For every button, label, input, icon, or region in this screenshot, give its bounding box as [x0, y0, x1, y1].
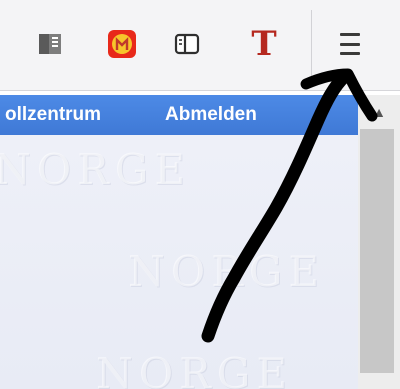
hamburger-menu-icon	[340, 33, 360, 55]
app-extension-button[interactable]	[102, 22, 142, 66]
sidebar-icon	[174, 33, 200, 55]
sidebar-button[interactable]	[167, 22, 207, 66]
watermark-text: NORGE	[0, 145, 192, 194]
page-content: NORGE NORGE NORGE	[0, 135, 358, 389]
scrollbar-thumb[interactable]	[360, 129, 394, 373]
nav-link-logout[interactable]: Abmelden	[165, 104, 257, 126]
reader-view-icon	[39, 34, 61, 54]
toolbar-divider	[311, 10, 312, 76]
watermark-text: NORGE	[96, 349, 294, 389]
vertical-scrollbar[interactable]: ▲	[358, 95, 400, 389]
firefox-app-icon	[108, 30, 136, 58]
site-navbar: ollzentrum Abmelden	[0, 95, 358, 135]
watermark-text: NORGE	[128, 247, 326, 296]
nav-link-kontrollzentrum[interactable]: ollzentrum	[5, 104, 101, 126]
reader-view-button[interactable]	[30, 22, 70, 66]
text-T-icon: T	[251, 24, 277, 64]
browser-toolbar: T	[0, 0, 400, 91]
text-extension-button[interactable]: T	[244, 22, 284, 66]
open-menu-button[interactable]	[330, 22, 370, 66]
scroll-up-arrow-icon[interactable]: ▲	[358, 95, 400, 129]
